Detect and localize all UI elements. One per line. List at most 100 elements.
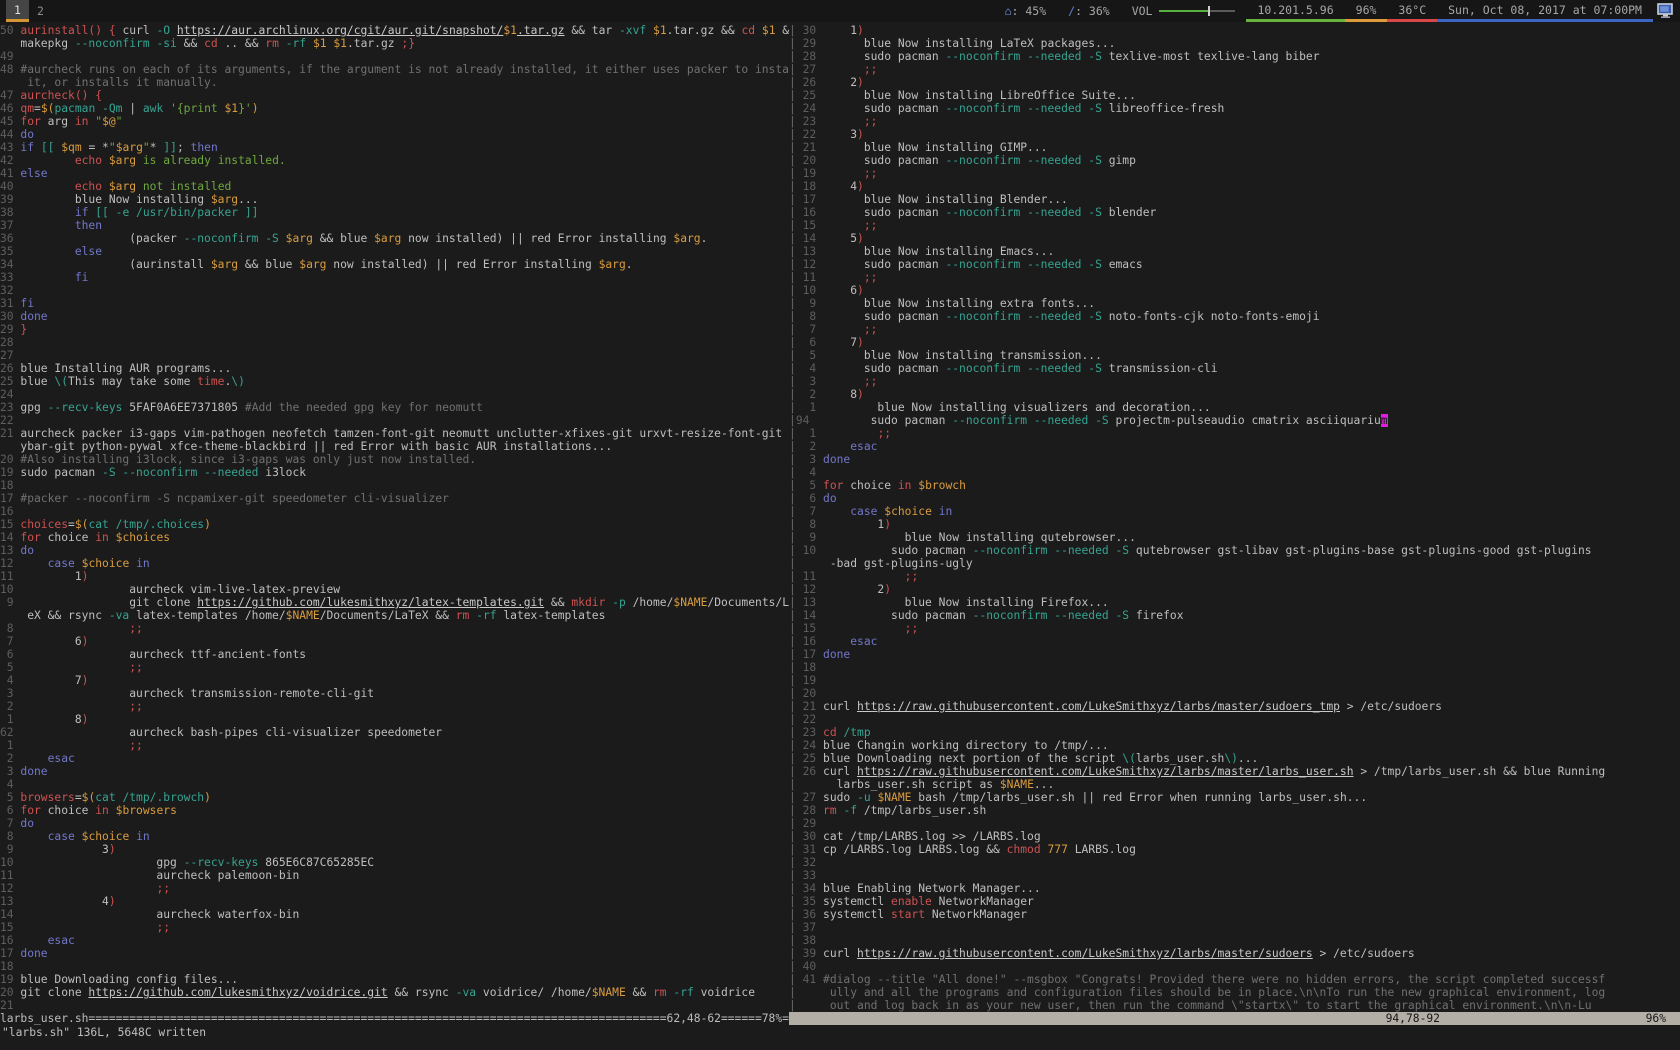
code-line: | 23 ;;: [789, 115, 1680, 128]
code-line: | 36 systemctl start NetworkManager: [789, 908, 1680, 921]
code-line: | ully and all the programs and configur…: [789, 986, 1680, 999]
code-line: | 13 blue Now installing Emacs...: [789, 245, 1680, 258]
code-line: | 10 sudo pacman --noconfirm --needed -S…: [789, 544, 1680, 557]
code-line: | 14 5): [789, 232, 1680, 245]
code-line: 11 aurcheck palemoon-bin: [0, 869, 789, 882]
code-line: | 37: [789, 921, 1680, 934]
volume-label: VOL: [1132, 4, 1153, 18]
code-line: 10 aurcheck vim-live-latex-preview: [0, 583, 789, 596]
code-line: | larbs_user.sh script as $NAME...: [789, 778, 1680, 791]
code-line: 16 esac: [0, 934, 789, 947]
code-line: | 24 sudo pacman --noconfirm --needed -S…: [789, 102, 1680, 115]
code-line: 15 ;;: [0, 921, 789, 934]
code-line: | 35 systemctl enable NetworkManager: [789, 895, 1680, 908]
code-line: 26 blue Installing AUR programs...: [0, 362, 789, 375]
code-line: | 13 blue Now installing Firefox...: [789, 596, 1680, 609]
code-line: 35 else: [0, 245, 789, 258]
code-line: 37 then: [0, 219, 789, 232]
code-line: | 6 do: [789, 492, 1680, 505]
code-line: | 28 sudo pacman --noconfirm --needed -S…: [789, 50, 1680, 63]
code-line: 17 #packer --noconfirm -S ncpamixer-git …: [0, 492, 789, 505]
code-line: 38 if [[ -e /usr/bin/packer ]]: [0, 206, 789, 219]
code-line: | 15 ;;: [789, 219, 1680, 232]
terminal-window: 50 aurinstall() { curl -O https://aur.ar…: [0, 22, 1680, 1050]
workspace-2-button[interactable]: 2: [29, 0, 52, 22]
code-line: 14 aurcheck waterfox-bin: [0, 908, 789, 921]
code-line: 3 aurcheck transmission-remote-cli-git: [0, 687, 789, 700]
vim-pane-larbs-sh[interactable]: | 30 1)| 29 blue Now installing LaTeX pa…: [789, 24, 1680, 1012]
code-line: | 30 1): [789, 24, 1680, 37]
code-line: ybar-git python-pywal xfce-theme-blackbi…: [0, 440, 789, 453]
code-line: 39 blue Now installing $arg...: [0, 193, 789, 206]
system-tray: [1653, 0, 1680, 22]
code-line: | 20: [789, 687, 1680, 700]
code-line: 49: [0, 50, 789, 63]
code-line: 21 aurcheck packer i3-gaps vim-pathogen …: [0, 427, 789, 440]
code-line: | 10 6): [789, 284, 1680, 297]
ip-indicator: 10.201.5.96: [1246, 0, 1344, 22]
code-line: | 38: [789, 934, 1680, 947]
code-line: | 41 #dialog --title "All done!" --msgbo…: [789, 973, 1680, 986]
code-line: 5 browsers=$(cat /tmp/.browch): [0, 791, 789, 804]
code-line: 34 (aurinstall $arg && blue $arg now ins…: [0, 258, 789, 271]
code-line: 6 aurcheck ttf-ancient-fonts: [0, 648, 789, 661]
code-line: | 2 8): [789, 388, 1680, 401]
code-line: | 2 esac: [789, 440, 1680, 453]
code-line: | 9 blue Now installing qutebrowser...: [789, 531, 1680, 544]
code-line: 41 else: [0, 167, 789, 180]
code-line: 22: [0, 414, 789, 427]
code-line: 43 if [[ $qm = *"$arg"* ]]; then: [0, 141, 789, 154]
status-bar: 1 2 ⌂: 45% /: 36% VOL 10.201.5.96 96% 36…: [0, 0, 1680, 22]
code-line: 42 echo $arg is already installed.: [0, 154, 789, 167]
code-line: 45 for arg in "$@": [0, 115, 789, 128]
code-line: 12 case $choice in: [0, 557, 789, 570]
disk-root-indicator: /: 36%: [1057, 0, 1121, 22]
code-line: 9 git clone https://github.com/lukesmith…: [0, 596, 789, 609]
code-line: 46 qm=$(pacman -Qm | awk '{print $1}'): [0, 102, 789, 115]
code-line: |94 sudo pacman --noconfirm --needed -S …: [789, 414, 1680, 427]
code-line: 7 do: [0, 817, 789, 830]
code-line: | 22: [789, 713, 1680, 726]
code-line: | 3 ;;: [789, 375, 1680, 388]
code-line: | 21 curl https://raw.githubusercontent.…: [789, 700, 1680, 713]
workspace-1-button[interactable]: 1: [6, 0, 29, 22]
code-line: 1 8): [0, 713, 789, 726]
code-line: 2 esac: [0, 752, 789, 765]
code-line: makepkg --noconfirm -si && cd .. && rm -…: [0, 37, 789, 50]
code-line: 47 aurcheck() {: [0, 89, 789, 102]
code-line: | 7 case $choice in: [789, 505, 1680, 518]
statusline-inactive-text: larbs_user.sh===========================…: [0, 1012, 789, 1025]
statusline-inactive: larbs_user.sh===========================…: [0, 1012, 789, 1025]
code-line: 19 sudo pacman -S --noconfirm --needed i…: [0, 466, 789, 479]
code-line: | 8 1): [789, 518, 1680, 531]
code-line: | 19 ;;: [789, 167, 1680, 180]
code-line: | 8 sudo pacman --noconfirm --needed -S …: [789, 310, 1680, 323]
code-line: | 12 2): [789, 583, 1680, 596]
cpu-value: 96%: [1356, 3, 1377, 17]
root-usage: : 36%: [1075, 4, 1110, 18]
code-line: 33 fi: [0, 271, 789, 284]
code-line: | 9 blue Now installing extra fonts...: [789, 297, 1680, 310]
desktop: { "top_bar": { "workspaces": [ {"label":…: [0, 0, 1680, 1050]
ip-address: 10.201.5.96: [1257, 3, 1333, 17]
status-modules: ⌂: 45% /: 36% VOL 10.201.5.96 96% 36°C S…: [994, 0, 1680, 22]
code-line: | 29 blue Now installing LaTeX packages.…: [789, 37, 1680, 50]
volume-indicator: VOL: [1121, 0, 1247, 22]
vim-pane-larbs-user-sh[interactable]: 50 aurinstall() { curl -O https://aur.ar…: [0, 24, 789, 1012]
code-line: 23 gpg --recv-keys 5FAF0A6EE7371805 #Add…: [0, 401, 789, 414]
code-line: 12 ;;: [0, 882, 789, 895]
code-line: 28: [0, 336, 789, 349]
monitor-tray-icon[interactable]: [1657, 3, 1674, 19]
write-message: "larbs.sh" 136L, 5648C written: [2, 1026, 206, 1039]
code-line: 10 gpg --recv-keys 865E6C87C65285EC: [0, 856, 789, 869]
code-line: | 17 blue Now installing Blender...: [789, 193, 1680, 206]
volume-slider[interactable]: [1159, 10, 1235, 12]
code-line: 17 done: [0, 947, 789, 960]
code-line: 20 git clone https://github.com/lukesmit…: [0, 986, 789, 999]
code-line: | 11 ;;: [789, 570, 1680, 583]
volume-handle[interactable]: [1208, 6, 1210, 16]
code-line: 24: [0, 388, 789, 401]
code-line: 30 done: [0, 310, 789, 323]
root-icon: /: [1068, 4, 1075, 18]
home-icon: ⌂: [1005, 4, 1012, 18]
